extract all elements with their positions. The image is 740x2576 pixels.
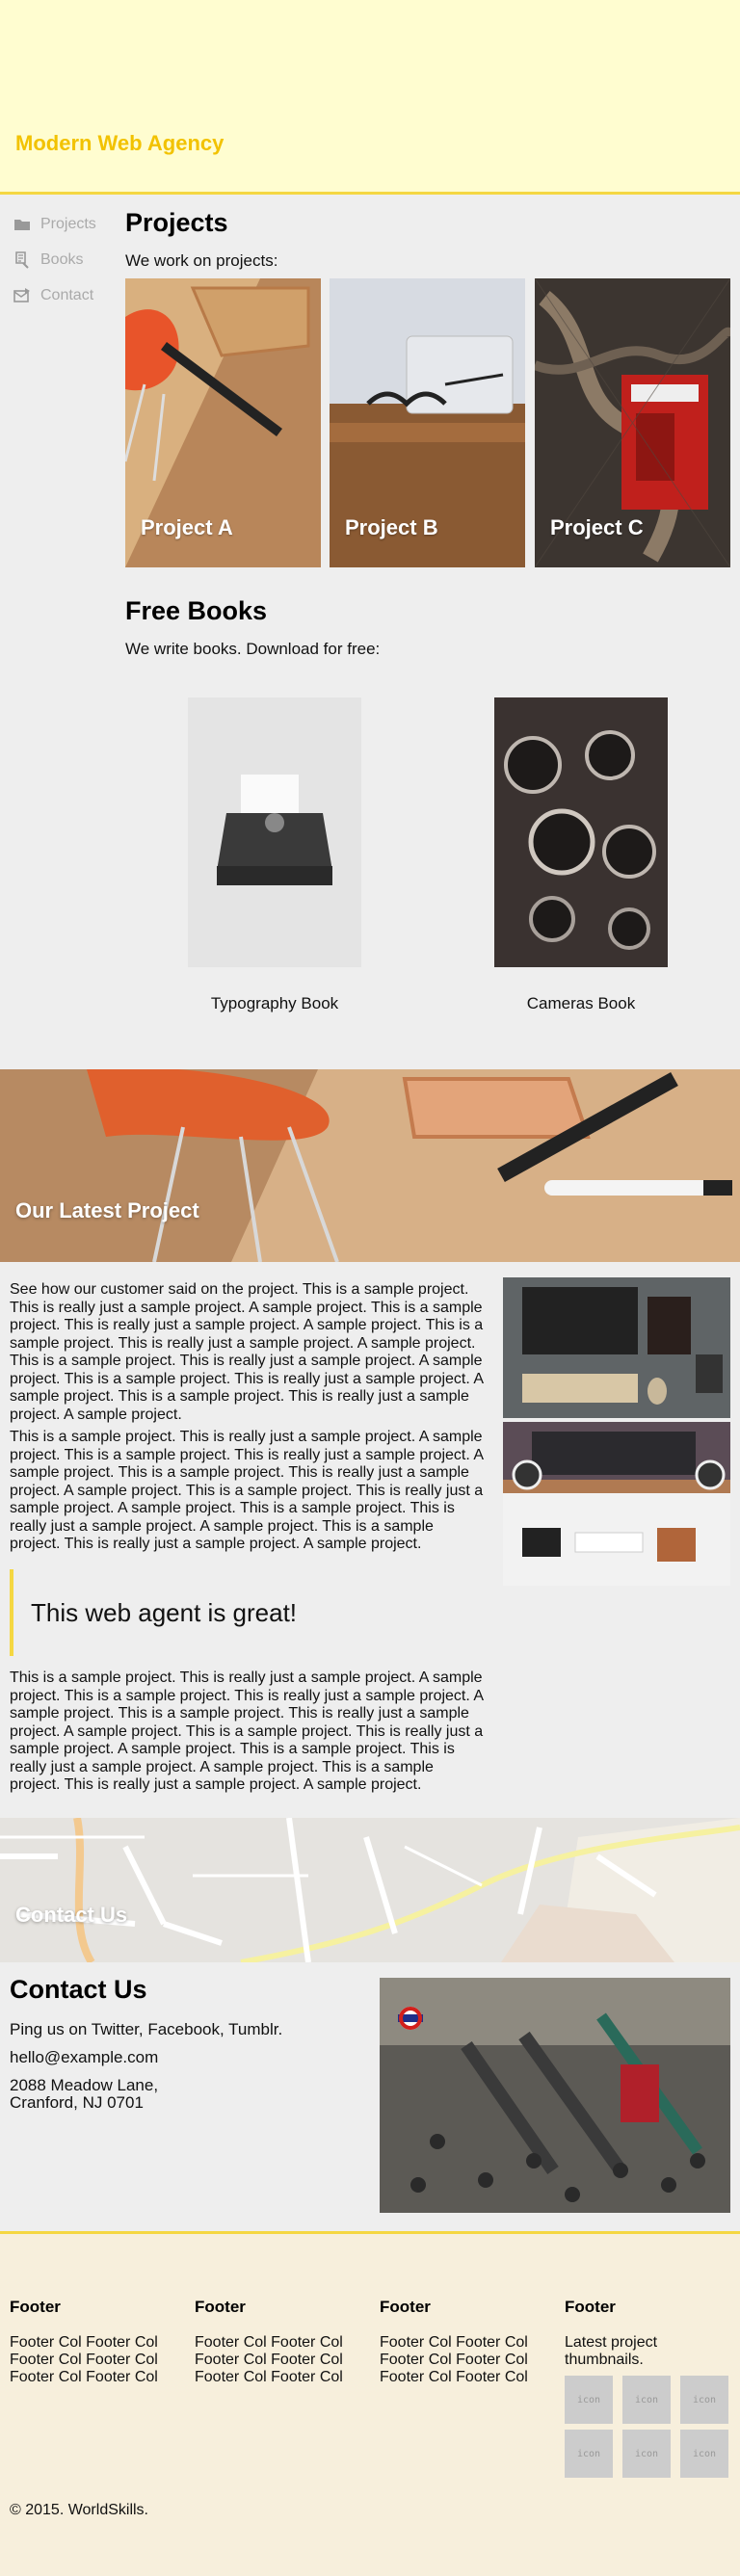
project-card-b[interactable]: Project B [330, 278, 525, 567]
footer-column-3: Footer Footer Col Footer Col Footer Col … [380, 2298, 553, 2386]
footer-text: Footer Col Footer Col Footer Col Footer … [380, 2334, 528, 2385]
projects-heading: Projects [125, 208, 228, 237]
sidebar-item-books[interactable]: Books [13, 242, 119, 277]
footer-column-4: Footer Latest project thumbnails. [565, 2298, 728, 2369]
contact-address-line2: Cranford, NJ 0701 [10, 2093, 144, 2112]
contact-social: Ping us on Twitter, Facebook, Tumblr. [10, 2020, 283, 2038]
desk-banner-image [0, 1069, 740, 1262]
project-card-label: Project B [345, 515, 438, 539]
folder-icon [14, 219, 30, 230]
latest-paragraph-1: See how our customer said on the project… [10, 1281, 484, 1423]
sidebar-nav: Projects Books Contact [13, 206, 119, 313]
footer-heading: Footer [565, 2298, 616, 2316]
contact-heading: Contact Us [10, 1975, 147, 2004]
sidebar-item-label: Contact [40, 286, 94, 303]
projects-lead: We work on projects: [125, 251, 278, 270]
book-caption-typography[interactable]: Typography Book [169, 994, 381, 1013]
footer-heading: Footer [380, 2298, 431, 2316]
brand-logo-text[interactable]: Modern Web Agency [15, 131, 224, 156]
station-crowd-image [380, 1978, 730, 2213]
document-icon [15, 250, 29, 269]
project-thumbnail[interactable]: icon [565, 2376, 613, 2424]
desk-setup-image [503, 1422, 730, 1586]
contact-photo [380, 1978, 730, 2213]
books-heading: Free Books [125, 596, 268, 625]
workspace-photo-2 [503, 1422, 730, 1586]
project-thumbnail[interactable]: icon [565, 2430, 613, 2478]
project-card-c[interactable]: Project C [535, 278, 730, 567]
copyright-notice: © 2015. WorldSkills. [10, 2502, 148, 2518]
footer-text: Footer Col Footer Col Footer Col Footer … [195, 2334, 343, 2385]
site-header: Modern Web Agency [0, 0, 740, 195]
workspace-flatlay-image [503, 1277, 730, 1418]
footer-heading: Footer [10, 2298, 61, 2316]
contact-address-line1: 2088 Meadow Lane, [10, 2076, 159, 2094]
project-card-a[interactable]: Project A [125, 278, 321, 567]
contact-banner-heading: Contact Us [15, 1903, 128, 1927]
site-footer: Footer Footer Col Footer Col Footer Col … [0, 2231, 740, 2576]
sidebar-item-contact[interactable]: Contact [13, 277, 119, 313]
project-thumbnail[interactable]: icon [680, 2376, 728, 2424]
project-thumbnail[interactable]: icon [680, 2430, 728, 2478]
latest-project-heading: Our Latest Project [15, 1198, 199, 1222]
book-caption-cameras[interactable]: Cameras Book [475, 994, 687, 1013]
sidebar-item-label: Projects [40, 215, 96, 232]
footer-text: Latest project thumbnails. [565, 2334, 658, 2368]
footer-heading: Footer [195, 2298, 246, 2316]
project-card-label: Project C [550, 515, 644, 539]
latest-paragraph-2: This is a sample project. This is really… [10, 1429, 484, 1552]
footer-text: Footer Col Footer Col Footer Col Footer … [10, 2334, 158, 2385]
testimonial-quote: This web agent is great! [10, 1569, 488, 1656]
cameras-image [494, 697, 668, 967]
footer-column-2: Footer Footer Col Footer Col Footer Col … [195, 2298, 368, 2386]
sidebar-item-label: Books [40, 250, 84, 268]
project-card-label: Project A [141, 515, 233, 539]
footer-column-1: Footer Footer Col Footer Col Footer Col … [10, 2298, 183, 2386]
book-cover-cameras[interactable] [494, 697, 668, 967]
latest-paragraph-3: This is a sample project. This is really… [10, 1669, 484, 1793]
mail-icon [13, 287, 30, 302]
contact-email[interactable]: hello@example.com [10, 2048, 158, 2067]
latest-project-banner: Our Latest Project [0, 1069, 740, 1262]
sidebar-item-projects[interactable]: Projects [13, 206, 119, 242]
books-lead: We write books. Download for free: [125, 640, 381, 658]
typewriter-image [188, 697, 361, 967]
workspace-photo-1 [503, 1277, 730, 1418]
book-cover-typography[interactable] [188, 697, 361, 967]
map-banner-image [0, 1818, 740, 1962]
project-thumbnail[interactable]: icon [622, 2430, 671, 2478]
project-thumbnail[interactable]: icon [622, 2376, 671, 2424]
contact-banner: Contact Us [0, 1818, 740, 1962]
